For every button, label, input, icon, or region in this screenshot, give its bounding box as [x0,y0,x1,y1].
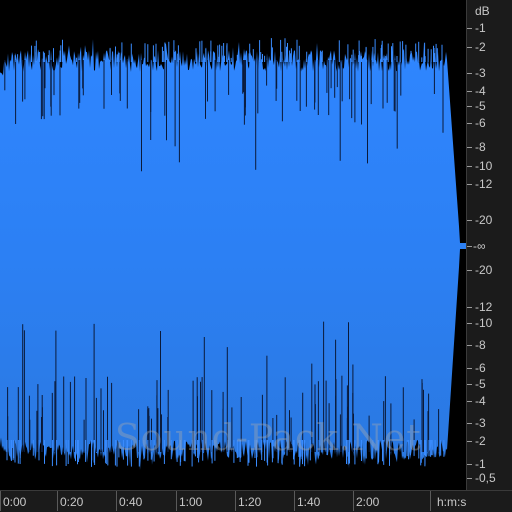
db-tick-label: -6 [475,361,486,375]
db-tick-mark [467,246,472,247]
db-tick-mark [467,166,472,167]
db-tick-label: -5 [475,377,486,391]
time-tick-mark [430,491,431,511]
waveform-display[interactable] [0,0,466,490]
db-tick-mark [467,73,472,74]
db-tick-mark [467,345,472,346]
db-tick-label: -3 [475,66,486,80]
db-tick-label: -8 [475,338,486,352]
time-unit-label: h:m:s [437,495,467,509]
audio-editor-view: dB -1 -2 -3 -4 -5 -6 -8 -10 -12 -20 -∞ -20 -12 -10 -8-… [0,0,512,512]
db-tick-label: -10 [475,159,493,173]
time-tick-label: 0:00 [3,495,27,509]
db-tick-mark [467,147,472,148]
db-tick-label: -12 [475,300,493,314]
db-tick-label: -3 [475,416,486,430]
db-tick-label: -4 [475,84,486,98]
db-tick-label: -2 [475,40,486,54]
db-tick-label: -6 [475,116,486,130]
db-tick-mark [467,401,472,402]
db-tick-mark [467,384,472,385]
db-tick-mark [467,106,472,107]
db-tick-label: -2 [475,434,486,448]
db-tick-mark [467,464,472,465]
time-tick-mark [57,491,58,511]
db-tick-label: -∞ [473,239,486,253]
db-tick-label: -1 [475,457,486,471]
db-unit-label: dB [475,4,490,18]
db-tick-mark [467,478,472,479]
db-tick-mark [467,323,472,324]
time-tick-mark [294,491,295,511]
time-ruler[interactable]: 0:00 0:20 0:40 1:00 1:20 1:40 2:00 h:m:s [0,490,512,512]
time-tick-mark [116,491,117,511]
waveform-graphic [0,38,466,470]
time-tick-label: 2:00 [356,495,380,509]
db-tick-label: -8 [475,140,486,154]
db-tick-mark [467,47,472,48]
db-tick-label: -20 [475,213,493,227]
db-tick-label: -0,5 [475,471,496,485]
db-tick-mark [467,28,472,29]
time-tick-mark [176,491,177,511]
db-tick-mark [467,307,472,308]
time-tick-mark [0,491,1,511]
db-tick-label: -10 [475,316,493,330]
time-tick-label: 0:20 [60,495,84,509]
db-tick-mark [467,441,472,442]
db-tick-label: -1 [475,21,486,35]
time-tick-label: 0:40 [119,495,143,509]
db-scale-ruler: dB -1 -2 -3 -4 -5 -6 -8 -10 -12 -20 -∞ -20 -12 -10 -8-… [466,0,512,490]
db-tick-label: -20 [475,263,493,277]
db-tick-mark [467,368,472,369]
time-tick-label: 1:40 [297,495,321,509]
db-tick-mark [467,184,472,185]
time-tick-label: 1:00 [179,495,203,509]
time-tick-mark [353,491,354,511]
db-tick-mark [467,123,472,124]
time-tick-label: 1:20 [238,495,262,509]
db-tick-label: -12 [475,177,493,191]
db-tick-label: -5 [475,99,486,113]
db-tick-mark [467,91,472,92]
time-tick-mark [235,491,236,511]
db-tick-mark [467,270,472,271]
db-tick-label: -4 [475,394,486,408]
db-tick-mark [467,423,472,424]
watermark-text: Sound-Pack.Net [115,418,422,459]
db-tick-mark [467,220,472,221]
